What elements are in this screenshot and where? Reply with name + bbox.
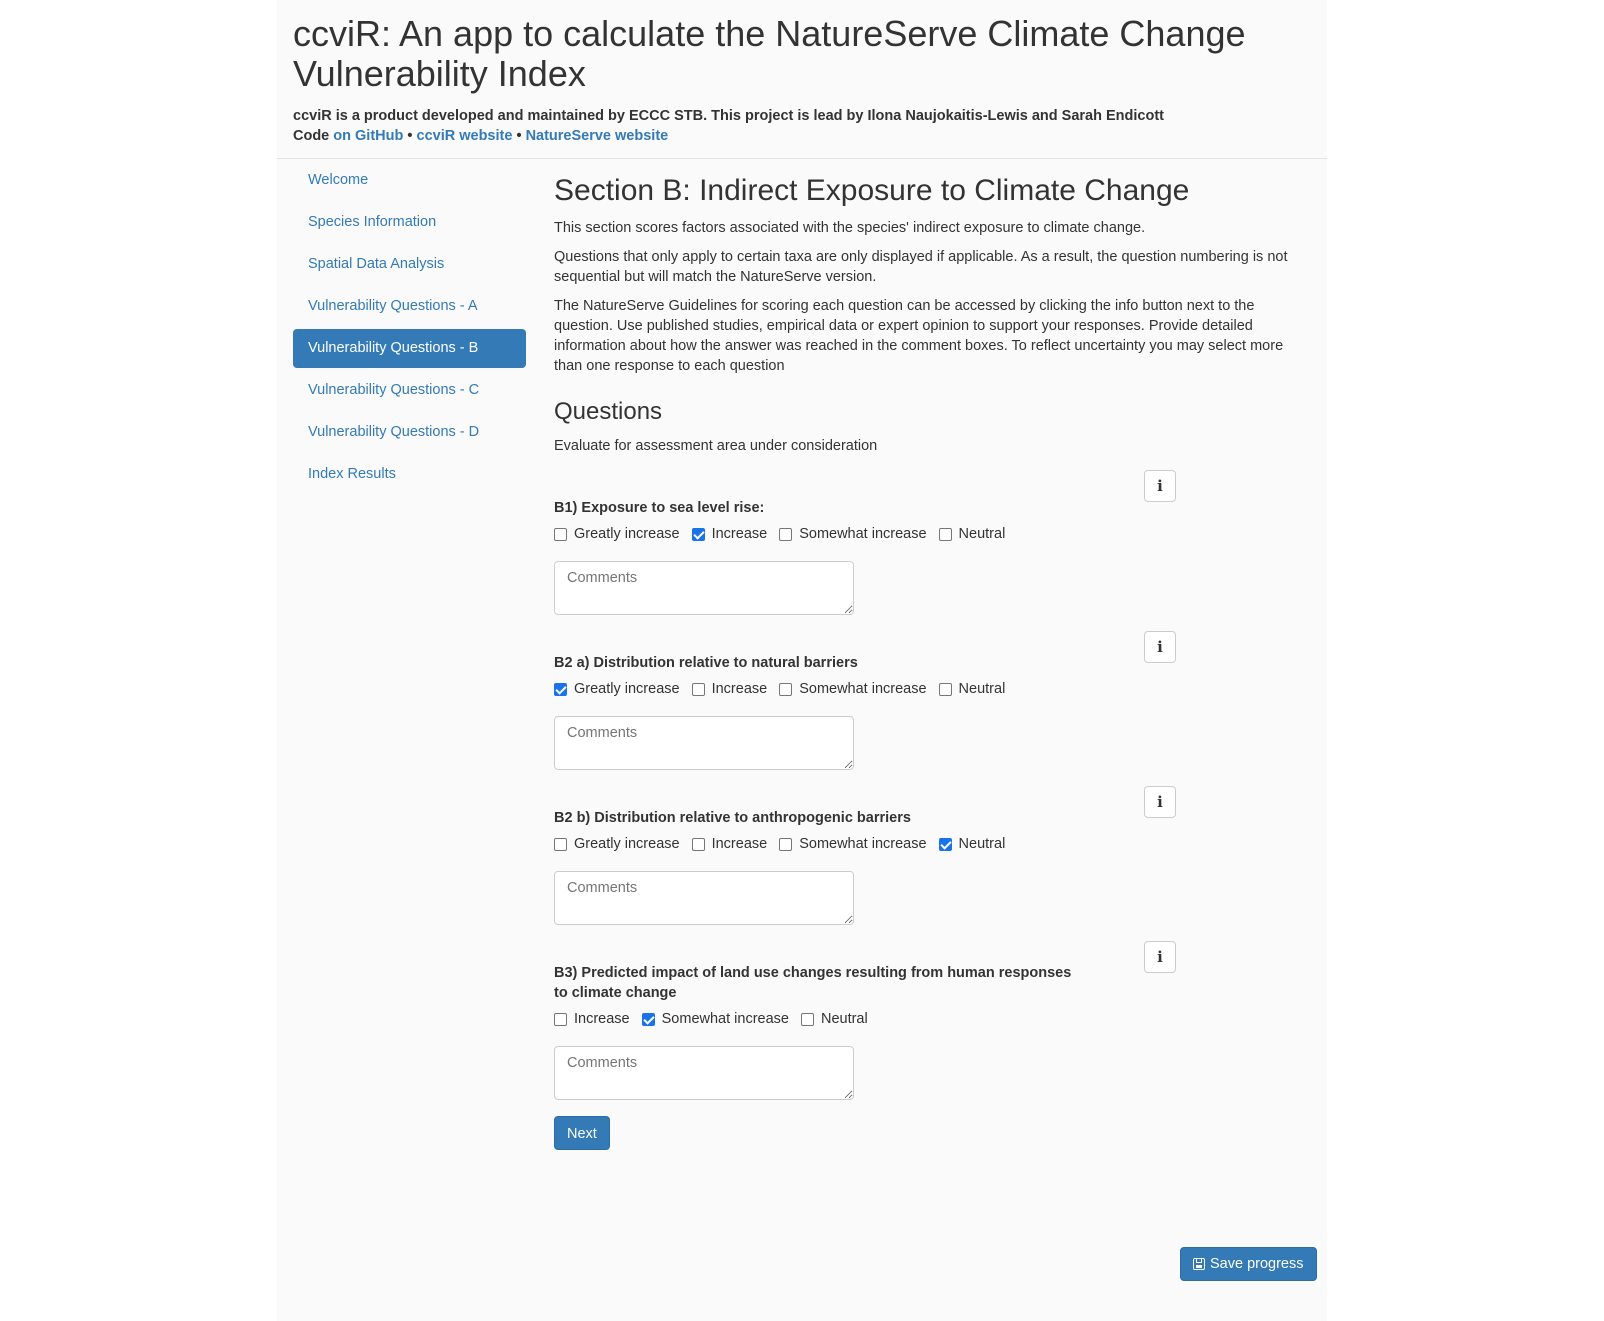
question-b3: i B3) Predicted impact of land use chang… [554,941,1176,1104]
checkbox[interactable] [554,527,567,541]
checkbox[interactable] [554,682,567,696]
checkbox[interactable] [779,837,793,851]
github-link[interactable]: on GitHub [333,128,403,144]
options-group: Increase Somewhat increase Neutral [554,1007,1174,1031]
info-icon[interactable]: i [1144,470,1176,502]
checkbox[interactable] [691,837,705,851]
checkbox[interactable] [691,527,705,541]
next-row: Next [554,1116,1314,1150]
sidebar-item-vulnerability-questions-a[interactable]: Vulnerability Questions - A [293,287,526,326]
question-label: B2 a) Distribution relative to natural b… [554,655,858,671]
next-button[interactable]: Next [554,1116,610,1150]
natureserve-website-link[interactable]: NatureServe website [526,128,669,144]
checkbox[interactable] [800,1012,814,1026]
option-label: Neutral [958,526,1006,542]
option[interactable]: Increase [691,526,768,542]
intro-text: This section scores factors associated w… [554,220,1146,236]
comments-input[interactable] [554,561,854,615]
option[interactable]: Increase [691,681,768,697]
comments-input[interactable] [554,1046,854,1100]
option[interactable]: Greatly increase [554,836,680,852]
options-group: Greatly increase Increase Somewhat incre… [554,522,1174,546]
option[interactable]: Neutral [938,836,1006,852]
intro-text: The NatureServe Guidelines for scoring e… [554,298,1284,374]
question-b2b: i B2 b) Distribution relative to anthrop… [554,786,1176,929]
sidebar-nav: Welcome Species Information Spatial Data… [293,161,526,497]
option-label: Somewhat increase [799,836,927,852]
checkbox[interactable] [779,527,793,541]
option-label: Somewhat increase [799,526,927,542]
questions-heading: Questions [554,398,663,425]
option[interactable]: Increase [554,1011,630,1027]
option-label: Neutral [958,836,1006,852]
code-prefix: Code [293,128,330,144]
question-label: B3) Predicted impact of land use changes… [554,965,1072,1001]
app-title: ccviR: An app to calculate the NatureSer… [293,13,1246,94]
comments-input[interactable] [554,716,854,770]
questions-subtitle: Evaluate for assessment area under consi… [554,438,878,454]
option-label: Increase [711,681,768,697]
question-label: B1) Exposure to sea level rise: [554,500,765,516]
section-title: Section B: Indirect Exposure to Climate … [554,174,1190,207]
comments-input[interactable] [554,871,854,925]
option-label: Greatly increase [574,836,680,852]
option-label: Greatly increase [574,681,680,697]
checkbox[interactable] [691,682,705,696]
checkbox[interactable] [554,837,567,851]
separator: • [407,128,413,144]
checkbox[interactable] [779,682,793,696]
sidebar-item-vulnerability-questions-d[interactable]: Vulnerability Questions - D [293,413,526,452]
options-group: Greatly increase Increase Somewhat incre… [554,677,1174,701]
option-label: Increase [711,526,768,542]
sidebar-item-vulnerability-questions-c[interactable]: Vulnerability Questions - C [293,371,526,410]
option[interactable]: Neutral [800,1011,868,1027]
option[interactable]: Somewhat increase [641,1011,789,1027]
option-label: Neutral [820,1011,868,1027]
option[interactable]: Somewhat increase [779,681,927,697]
option-label: Increase [574,1011,630,1027]
sidebar-item-species-information[interactable]: Species Information [293,203,526,242]
main-content: Section B: Indirect Exposure to Climate … [554,170,1314,1150]
save-progress-label: Save progress [1210,1256,1304,1272]
checkbox[interactable] [938,837,952,851]
save-progress-button[interactable]: Save progress [1180,1247,1317,1281]
question-b2a: i B2 a) Distribution relative to natural… [554,631,1176,774]
option[interactable]: Somewhat increase [779,836,927,852]
option-label: Somewhat increase [799,681,927,697]
info-icon[interactable]: i [1144,941,1176,973]
option-label: Somewhat increase [661,1011,789,1027]
separator: • [516,128,522,144]
sidebar-item-welcome[interactable]: Welcome [293,161,526,200]
option[interactable]: Greatly increase [554,526,680,542]
credit-line: ccviR is a product developed and maintai… [293,108,1164,124]
ccvir-website-link[interactable]: ccviR website [417,128,513,144]
sidebar-item-index-results[interactable]: Index Results [293,455,526,494]
checkbox[interactable] [938,527,952,541]
sidebar-item-spatial-data-analysis[interactable]: Spatial Data Analysis [293,245,526,284]
option[interactable]: Neutral [938,526,1006,542]
question-b1: i B1) Exposure to sea level rise: Greatl… [554,470,1176,619]
option-label: Neutral [958,681,1006,697]
option[interactable]: Greatly increase [554,681,680,697]
option[interactable]: Increase [691,836,768,852]
checkbox[interactable] [938,682,952,696]
option-label: Greatly increase [574,526,680,542]
sidebar-item-vulnerability-questions-b[interactable]: Vulnerability Questions - B [293,329,526,368]
app-header: ccviR: An app to calculate the NatureSer… [277,0,1327,159]
floppy-disk-icon [1193,1258,1205,1270]
links-line: Code on GitHub • ccviR website • NatureS… [293,126,1311,146]
option-label: Increase [711,836,768,852]
question-label: B2 b) Distribution relative to anthropog… [554,810,911,826]
intro-text: Questions that only apply to certain tax… [554,249,1288,285]
checkbox[interactable] [641,1012,655,1026]
app-page: ccviR: An app to calculate the NatureSer… [277,0,1327,1321]
option[interactable]: Neutral [938,681,1006,697]
info-icon[interactable]: i [1144,786,1176,818]
info-icon[interactable]: i [1144,631,1176,663]
checkbox[interactable] [554,1012,567,1026]
option[interactable]: Somewhat increase [779,526,927,542]
options-group: Greatly increase Increase Somewhat incre… [554,832,1174,856]
